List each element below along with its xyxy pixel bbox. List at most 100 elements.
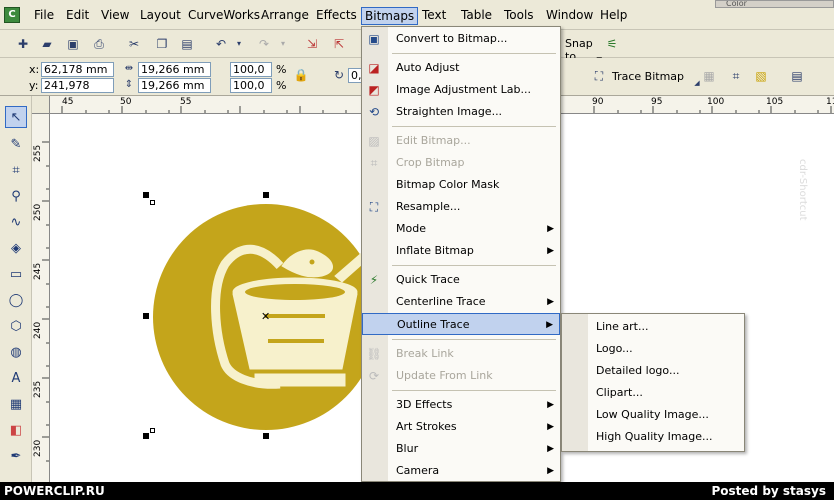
menu-item-low-quality-image[interactable]: Low Quality Image... (562, 404, 744, 426)
open-folder-icon[interactable]: ▰ (38, 35, 56, 53)
edit-bitmap-icon: ▨ (368, 134, 380, 148)
table-tool-icon[interactable]: ▦ (5, 394, 27, 416)
selection-handle[interactable] (150, 200, 155, 205)
menu-item-break-link[interactable]: ⛓ Break Link (362, 343, 560, 365)
ruler-tick-label: 245 (33, 262, 43, 280)
selection-handle[interactable] (143, 313, 149, 319)
menu-item-label: Logo... (596, 342, 633, 355)
text-tool-icon[interactable]: A (5, 368, 27, 390)
menu-item-straighten-image[interactable]: ⟲ Straighten Image... (362, 101, 560, 123)
selection-handle[interactable] (263, 192, 269, 198)
lock-ratio-icon[interactable]: 🔒 (292, 66, 310, 84)
menu-item-quick-trace[interactable]: ⚡ Quick Trace (362, 269, 560, 291)
menu-help[interactable]: Help (597, 7, 630, 25)
menu-item-logo[interactable]: Logo... (562, 338, 744, 360)
menu-item-bitmap-color-mask[interactable]: Bitmap Color Mask (362, 174, 560, 196)
menu-item-inflate-bitmap[interactable]: Inflate Bitmap ▶ (362, 240, 560, 262)
menu-item-auto-adjust[interactable]: ◪ Auto Adjust (362, 57, 560, 79)
menu-item-blur[interactable]: Blur ▶ (362, 438, 560, 460)
menu-item-line-art[interactable]: Line art... (562, 316, 744, 338)
trace-bitmap-button[interactable]: Trace Bitmap (612, 70, 684, 83)
bitmap-edit-icon[interactable]: ▦ (700, 67, 718, 85)
smart-fill-tool-icon[interactable]: ◈ (5, 238, 27, 260)
undo-icon[interactable]: ↶ (212, 35, 230, 53)
menu-item-edit-bitmap[interactable]: ▨ Edit Bitmap... (362, 130, 560, 152)
menu-file[interactable]: File (31, 7, 57, 25)
eyedropper-tool-icon[interactable]: ✒ (5, 446, 27, 468)
import-icon[interactable]: ⇲ (303, 35, 321, 53)
cut-icon[interactable]: ✂ (125, 35, 143, 53)
crop-tool-icon[interactable]: ⌗ (5, 160, 27, 182)
menu-arrange[interactable]: Arrange (258, 7, 312, 25)
rectangle-tool-icon[interactable]: ▭ (5, 264, 27, 286)
y-position-field[interactable]: 241,978 mm (41, 78, 114, 105)
zoom-tool-icon[interactable]: ⚲ (5, 186, 27, 208)
menu-window[interactable]: Window (543, 7, 596, 25)
menu-item-3d-effects[interactable]: 3D Effects ▶ (362, 394, 560, 416)
menu-edit[interactable]: Edit (63, 7, 92, 25)
menu-item-crop-bitmap[interactable]: ⌗ Crop Bitmap (362, 152, 560, 174)
width-field[interactable]: 19,266 mm (138, 62, 211, 77)
crop-node-icon[interactable]: ⌗ (727, 67, 745, 85)
selection-handle[interactable] (143, 192, 149, 198)
vertical-ruler[interactable]: 255 250 245 240 235 230 (32, 114, 50, 482)
percent-x-label: % (276, 63, 287, 76)
scale-y-field[interactable]: 100,0 (230, 78, 272, 93)
paste-icon[interactable]: ▤ (178, 35, 196, 53)
new-document-icon[interactable]: ✚ (14, 35, 32, 53)
menu-layout[interactable]: Layout (137, 7, 184, 25)
save-icon[interactable]: ▣ (64, 35, 82, 53)
print-icon[interactable]: ⎙ (90, 35, 108, 53)
menu-item-image-adjustment-lab[interactable]: ◩ Image Adjustment Lab... (362, 79, 560, 101)
ruler-corner[interactable] (32, 96, 50, 114)
menu-item-centerline-trace[interactable]: Centerline Trace ▶ (362, 291, 560, 313)
menu-view[interactable]: View (98, 7, 132, 25)
app-icon[interactable]: C (4, 7, 20, 23)
menu-item-detailed-logo[interactable]: Detailed logo... (562, 360, 744, 382)
x-position-field[interactable]: 62,178 mm (41, 62, 114, 77)
pick-tool-icon[interactable]: ↖ (5, 106, 27, 128)
menu-table[interactable]: Table (458, 7, 495, 25)
menu-item-label: Outline Trace (397, 318, 470, 331)
menu-tools[interactable]: Tools (501, 7, 537, 25)
resample-icon: ⛶ (369, 200, 379, 214)
selection-handle[interactable] (143, 433, 149, 439)
rotation-field[interactable]: 0, (348, 68, 362, 83)
freehand-tool-icon[interactable]: ∿ (5, 212, 27, 234)
menu-item-update-from-link[interactable]: ⟳ Update From Link (362, 365, 560, 387)
update-link-icon: ⟳ (368, 369, 380, 383)
height-field[interactable]: 19,266 mm (138, 78, 211, 93)
wrap-text-icon[interactable]: ▤ (788, 67, 806, 85)
shape-tool-icon[interactable]: ✎ (5, 134, 27, 156)
selection-handle[interactable] (263, 433, 269, 439)
export-icon[interactable]: ⇱ (330, 35, 348, 53)
menu-item-outline-trace[interactable]: Outline Trace ▶ (362, 313, 560, 335)
undo-dropdown-icon[interactable]: ▾ (230, 35, 248, 53)
redo-dropdown-icon[interactable]: ▾ (274, 35, 292, 53)
menu-bitmaps[interactable]: Bitmaps (361, 7, 419, 25)
menu-item-convert-to-bitmap[interactable]: ▣ Convert to Bitmap... (362, 28, 560, 50)
menu-curveworks[interactable]: CurveWorks (185, 7, 263, 25)
ruler-tick-label: 105 (766, 97, 784, 107)
menu-item-camera[interactable]: Camera ▶ (362, 460, 560, 482)
color-docker-tab[interactable]: Color (715, 0, 834, 8)
menu-item-high-quality-image[interactable]: High Quality Image... (562, 426, 744, 448)
scale-x-field[interactable]: 100,0 (230, 62, 272, 77)
trace-bitmap-icon[interactable]: ⛶ (590, 67, 608, 85)
basic-shapes-tool-icon[interactable]: ◍ (5, 342, 27, 364)
snap-settings-icon[interactable]: ⚟ (603, 35, 621, 53)
menu-text[interactable]: Text (419, 7, 449, 25)
menu-item-clipart[interactable]: Clipart... (562, 382, 744, 404)
menu-item-resample[interactable]: ⛶ Resample... (362, 196, 560, 218)
interactive-tool-icon[interactable]: ◧ (5, 420, 27, 442)
menu-item-mode[interactable]: Mode ▶ (362, 218, 560, 240)
copy-icon[interactable]: ❐ (153, 35, 171, 53)
resample-toolbar-icon[interactable]: ▧ (752, 67, 770, 85)
polygon-tool-icon[interactable]: ⬡ (5, 316, 27, 338)
redo-icon[interactable]: ↷ (255, 35, 273, 53)
ellipse-tool-icon[interactable]: ◯ (5, 290, 27, 312)
menu-item-art-strokes[interactable]: Art Strokes ▶ (362, 416, 560, 438)
ruler-tick-label: 255 (33, 144, 43, 162)
menu-effects[interactable]: Effects (313, 7, 360, 25)
selection-handle[interactable] (150, 428, 155, 433)
